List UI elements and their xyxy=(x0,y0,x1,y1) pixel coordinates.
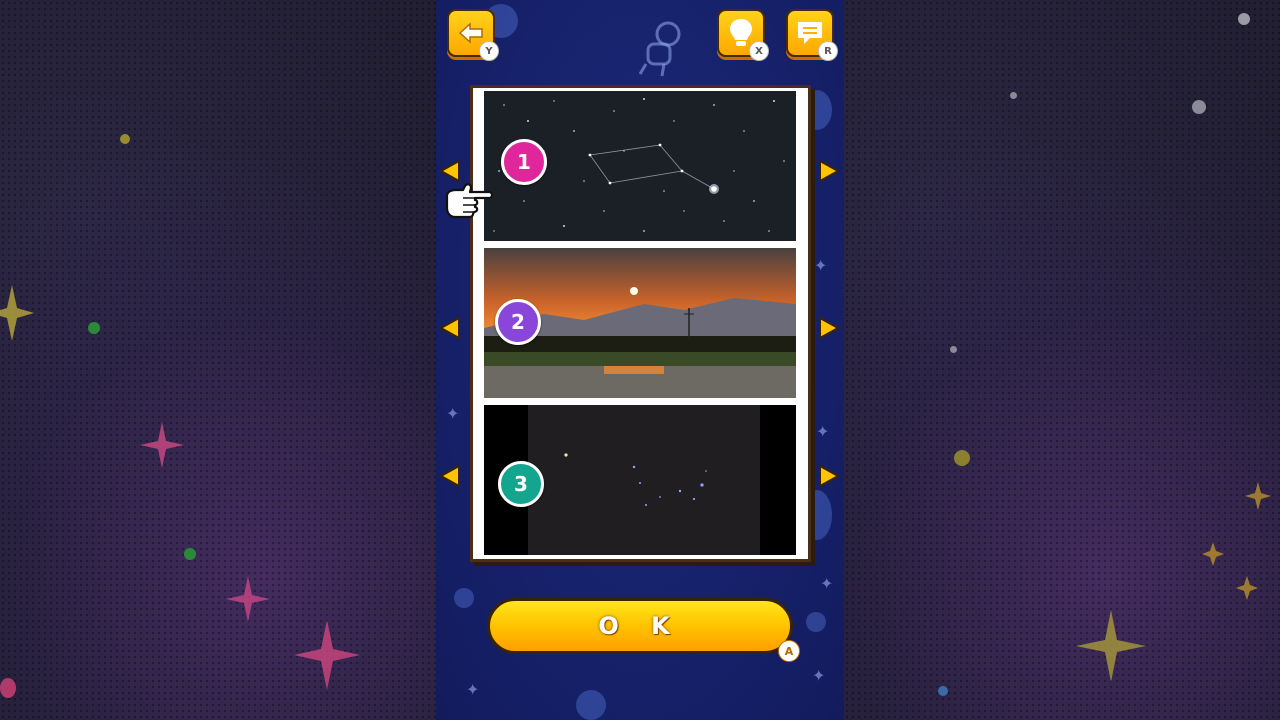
lightbulb-icon xyxy=(730,19,752,46)
photo-number-2: 2 xyxy=(495,299,541,345)
move-right-arrow-3[interactable] xyxy=(818,464,840,488)
dot xyxy=(0,678,16,698)
dot xyxy=(1192,100,1206,114)
sparkle-icon xyxy=(0,285,34,341)
photo-number-1: 1 xyxy=(501,139,547,185)
sparkle-icon xyxy=(294,620,360,690)
dot xyxy=(120,134,130,144)
move-left-arrow-1[interactable] xyxy=(439,159,461,183)
sparkle-icon xyxy=(1236,576,1258,600)
sparkle-icon xyxy=(1076,610,1146,682)
photo-number-3: 3 xyxy=(498,461,544,507)
message-button[interactable]: R xyxy=(786,9,838,61)
sparkle-icon xyxy=(1202,542,1224,566)
dot xyxy=(938,686,948,696)
dot xyxy=(184,548,196,560)
pointing-hand-icon xyxy=(445,183,494,219)
back-button[interactable]: Y xyxy=(447,9,499,61)
message-key-badge: R xyxy=(818,41,838,61)
dot xyxy=(954,450,970,466)
dot xyxy=(950,346,957,353)
arrow-left-icon xyxy=(458,22,483,44)
speech-bubble-icon xyxy=(798,22,822,44)
back-key-badge: Y xyxy=(479,41,499,61)
move-right-arrow-1[interactable] xyxy=(818,159,840,183)
right-background xyxy=(844,0,1280,720)
dot xyxy=(1238,13,1250,25)
ok-key-badge: A xyxy=(778,640,800,662)
move-left-arrow-2[interactable] xyxy=(439,316,461,340)
move-right-arrow-2[interactable] xyxy=(818,316,840,340)
sparkle-icon xyxy=(226,576,270,622)
dot xyxy=(1010,92,1017,99)
ok-button[interactable]: O K xyxy=(487,598,793,654)
hint-key-badge: X xyxy=(749,41,769,61)
move-left-arrow-3[interactable] xyxy=(439,464,461,488)
sparkle-icon xyxy=(140,422,184,468)
left-background xyxy=(0,0,436,720)
sparkle-icon xyxy=(1245,482,1271,510)
hint-button[interactable]: X xyxy=(717,9,769,61)
astronaut-icon xyxy=(638,21,681,77)
dot xyxy=(88,322,100,334)
ok-button-label: O K xyxy=(598,612,682,640)
